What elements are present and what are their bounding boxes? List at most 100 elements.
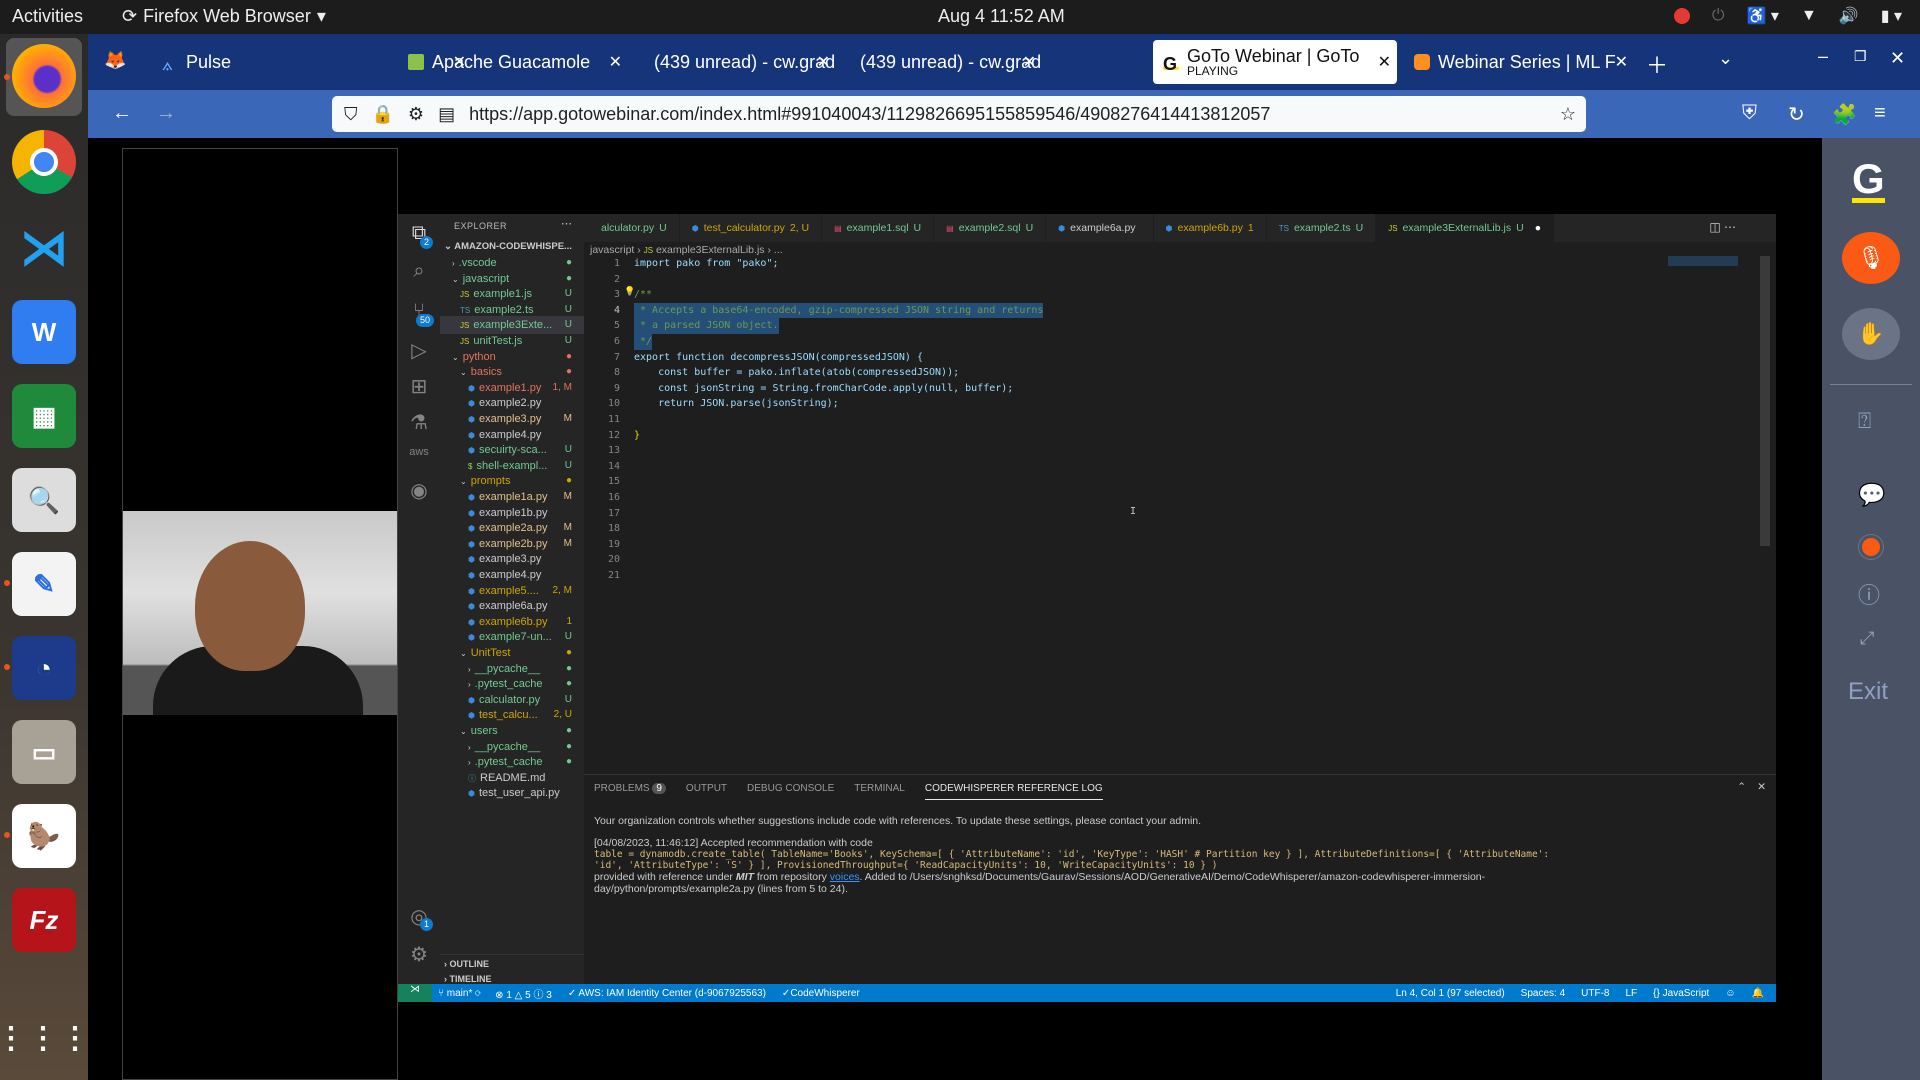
minimize-icon[interactable]: – [1818, 46, 1828, 67]
indentation[interactable]: Spaces: 4 [1521, 988, 1565, 999]
show-applications-icon[interactable]: ⋮⋮⋮ [0, 1006, 90, 1070]
dock-chrome-icon[interactable] [12, 130, 76, 194]
feedback-icon[interactable]: ☺ [1725, 988, 1735, 999]
tab-goto-webinar[interactable]: G GoTo Webinar | GoTo PLAYING ✕ [1153, 40, 1397, 84]
codewhisperer-status[interactable]: ✓CodeWhisperer [782, 988, 860, 999]
branch-indicator[interactable]: ⑂ main* ⟳ [438, 988, 481, 999]
url-text[interactable]: https://app.gotowebinar.com/index.html#9… [469, 104, 1270, 125]
remote-indicator-icon[interactable]: ⋊ [398, 984, 432, 1002]
more-actions-icon[interactable]: ⋯ [561, 217, 572, 230]
panel-tab-output[interactable]: OUTPUT [686, 783, 727, 800]
breadcrumb-folder[interactable]: javascript [590, 244, 634, 256]
dock-vscode-icon[interactable]: ⋊ [12, 216, 76, 280]
notifications-icon[interactable]: 🔔 [1752, 988, 1764, 999]
cursor-position[interactable]: Ln 4, Col 1 (97 selected) [1396, 988, 1505, 999]
forward-icon[interactable]: → [156, 102, 176, 125]
search-icon[interactable]: ⌕ [407, 260, 431, 284]
editor-tab[interactable]: JS example3ExternalLib.js U ● [1376, 214, 1555, 242]
window-close-icon[interactable]: ✕ [1890, 48, 1905, 69]
dock-dbeaver-icon[interactable]: 🦫 [12, 804, 76, 868]
dock-libreoffice-calc-icon[interactable]: ▦ [12, 384, 76, 448]
editor-tab[interactable]: ▤ example1.sql U [822, 214, 935, 242]
editor-scrollbar[interactable] [1760, 256, 1770, 546]
editor-tab[interactable]: alculator.py U [584, 214, 680, 242]
fullscreen-icon[interactable]: ⤢ [1860, 628, 1874, 649]
editor-tab[interactable]: ▤ example2.sql U [934, 214, 1047, 242]
tree-item[interactable]: ⬢ test_user_api.py [440, 784, 584, 802]
editor-tab[interactable]: ⬢ example6a.py [1046, 214, 1154, 242]
firefox-view-icon[interactable]: 🦊 [104, 50, 126, 71]
breadcrumb-symbol[interactable]: ... [774, 244, 783, 256]
mute-mic-button[interactable]: 🎙 [1842, 232, 1900, 284]
settings-gear-icon[interactable]: ⚙ [407, 942, 431, 966]
end-of-line[interactable]: LF [1626, 988, 1638, 999]
panel-tab-problems[interactable]: PROBLEMS 9 [594, 783, 666, 800]
extensions-icon[interactable]: 🧩 [1832, 102, 1857, 127]
panel-tab-debug-console[interactable]: DEBUG CONSOLE [747, 783, 834, 800]
do-not-disturb-icon[interactable] [1673, 8, 1690, 24]
maximize-panel-icon[interactable]: ⌃ [1737, 781, 1746, 793]
close-tab-icon[interactable]: ✕ [817, 52, 830, 72]
bookmark-star-icon[interactable]: ☆ [1560, 104, 1576, 125]
split-editor-icon[interactable]: ◫ ⋯ [1709, 220, 1736, 234]
aws-icon[interactable]: aws [407, 446, 431, 470]
panel-tab-terminal[interactable]: TERMINAL [854, 783, 905, 800]
dock-image-viewer-icon[interactable]: 🔍 [12, 468, 76, 532]
lock-icon[interactable]: 🔒 [372, 104, 394, 125]
back-icon[interactable]: ← [112, 102, 132, 125]
close-tab-icon[interactable]: ✕ [1615, 52, 1628, 72]
minimap[interactable] [1668, 256, 1738, 266]
breadcrumb-file[interactable]: example3ExternalLib.js [656, 244, 765, 256]
editor-tab[interactable]: TS example2.ts U [1267, 214, 1377, 242]
run-debug-icon[interactable]: ▷ [407, 338, 431, 362]
power-icon[interactable]: ⏻ [1712, 7, 1725, 25]
system-tray[interactable]: ⏻ ♿ ▾ ▼ 🔊 ▮ ▾ [1673, 6, 1902, 26]
dock-wps-writer-icon[interactable]: W [12, 300, 76, 364]
close-tab-icon[interactable]: ✕ [1023, 52, 1036, 72]
chat-icon[interactable]: 💬 [1858, 482, 1885, 508]
tab-guacamole[interactable]: Apache Guacamole ✕ [398, 40, 628, 84]
wifi-icon[interactable]: ▼ [1801, 7, 1817, 25]
editor-tab[interactable]: ⬢ example6b.py 1 [1154, 214, 1267, 242]
panel-tab-codewhisperer-log[interactable]: CODEWHISPERER REFERENCE LOG [924, 783, 1103, 800]
info-icon[interactable]: ⓘ [1858, 578, 1880, 610]
editor-tab[interactable]: ⬢ test_calculator.py 2, U [680, 214, 823, 242]
close-tab-icon[interactable]: ✕ [1378, 52, 1391, 72]
app-menu[interactable]: ⟳ Firefox Web Browser ▾ [122, 6, 326, 27]
unsaved-dot-icon[interactable]: ● [1535, 222, 1541, 234]
pocket-icon[interactable]: ⛨ [1742, 102, 1757, 125]
problems-indicator[interactable]: ⊗ 1 △ 5 ⓘ 3 [495, 986, 552, 1001]
raise-hand-button[interactable]: ✋ [1842, 308, 1900, 360]
clock[interactable]: Aug 4 11:52 AM [938, 6, 1065, 27]
extensions-icon[interactable]: ⊞ [407, 374, 431, 398]
accessibility-icon[interactable]: ♿ ▾ [1747, 6, 1779, 26]
restore-icon[interactable]: ❐ [1854, 48, 1867, 65]
reader-icon[interactable]: ▤ [438, 104, 455, 125]
new-tab-icon[interactable]: ＋ [1646, 48, 1668, 80]
lightbulb-icon[interactable]: 💡 [624, 287, 635, 297]
close-tab-icon[interactable]: ✕ [609, 52, 622, 72]
aws-connection-status[interactable]: ✓ AWS: IAM Identity Center (d-9067925563… [568, 988, 766, 999]
code-editor[interactable]: 1 import pako from "pako"; 2 3/** 4 * Accept… [584, 256, 1754, 676]
tab-webinar-series[interactable]: Webinar Series | ML F ✕ [1404, 40, 1634, 84]
dock-firefox-icon[interactable] [12, 44, 76, 108]
menu-icon[interactable]: ≡ [1874, 102, 1886, 125]
url-bar[interactable]: ⛉ 🔒 ⚙ ▤ https://app.gotowebinar.com/inde… [332, 96, 1586, 132]
reload-icon[interactable]: ↻ [1788, 102, 1805, 127]
testing-icon[interactable]: ⚗ [407, 410, 431, 434]
github-icon[interactable]: ◉ [407, 478, 431, 502]
list-tabs-icon[interactable]: ⌄ [1718, 48, 1733, 69]
language-mode[interactable]: {} JavaScript [1653, 988, 1709, 999]
dock-mattermost-icon[interactable]: ◔ [12, 636, 76, 700]
battery-icon[interactable]: ▮ ▾ [1881, 6, 1902, 26]
tracking-shield-icon[interactable]: ⛉ [344, 104, 358, 125]
tab-mail-2[interactable]: (439 unread) - cw.grad ✕ [842, 40, 1042, 84]
repository-link[interactable]: voices [830, 871, 860, 883]
close-panel-icon[interactable]: ✕ [1757, 781, 1766, 793]
questions-icon[interactable]: ⍰ [1858, 408, 1871, 434]
recording-indicator-icon[interactable] [1862, 538, 1880, 556]
exit-button[interactable]: Exit [1848, 678, 1888, 706]
activities-button[interactable]: Activities [12, 6, 83, 27]
dock-filezilla-icon[interactable]: Fz [12, 888, 76, 952]
encoding[interactable]: UTF-8 [1581, 988, 1609, 999]
